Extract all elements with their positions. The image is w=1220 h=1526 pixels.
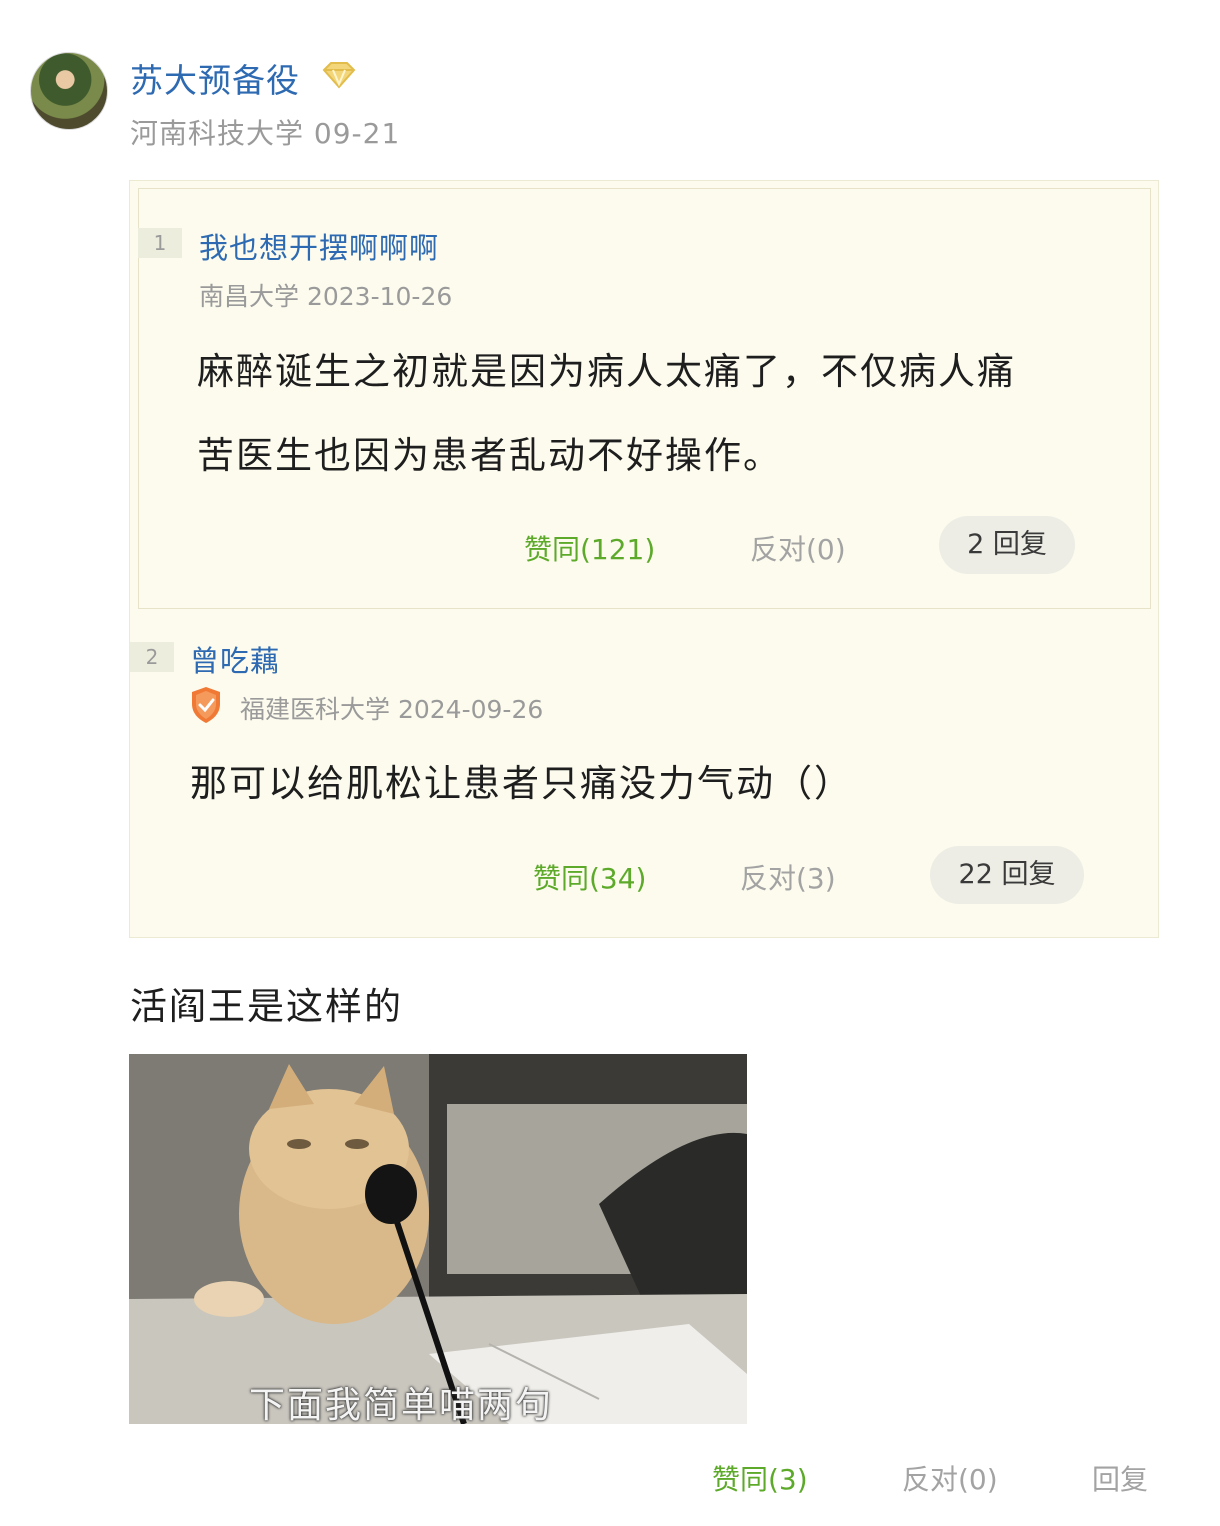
cat-microphone-illustration [129,1054,747,1424]
post-date: 09-21 [313,117,401,150]
quote-author-name[interactable]: 我也想开摆啊啊啊 [199,225,439,267]
oppose-button[interactable]: 反对(0) [750,528,846,568]
avatar[interactable] [30,52,108,130]
oppose-button[interactable]: 反对(3) [740,857,836,897]
author-meta: 河南科技大学 09-21 [130,112,400,152]
author-school: 河南科技大学 [130,117,305,150]
quote-school: 南昌大学 [199,282,300,311]
shield-check-icon [192,687,220,723]
quote-text: 那可以给肌松让患者只痛没力气动（） [190,762,853,805]
floor-number: 1 [138,228,182,258]
agree-button[interactable]: 赞同(34) [533,857,646,897]
quote-text-line: 麻醉诞生之初就是因为病人太痛了，不仅病人痛 [197,350,1016,393]
author-name[interactable]: 苏大预备役 [130,54,300,102]
reply-count-button[interactable]: 22 回复 [930,846,1084,904]
quote-author-name[interactable]: 曾吃藕 [190,638,280,680]
agree-button[interactable]: 赞同(121) [524,528,655,568]
floor-number: 2 [130,642,174,672]
quote-school: 福建医科大学 [240,695,391,724]
post-image[interactable]: 下面我简单喵两句 [129,1054,747,1424]
quote-text-line: 苦医生也因为患者乱动不好操作。 [197,434,782,477]
agree-button[interactable]: 赞同(3) [712,1458,808,1498]
reply-button[interactable]: 回复 [1092,1458,1148,1498]
gem-badge-icon [322,62,356,89]
quote-meta: 南昌大学 2023-10-26 [199,277,452,313]
quote-text: 麻醉诞生之初就是因为病人太痛了，不仅病人痛 苦医生也因为患者乱动不好操作。 [197,330,1016,498]
quote-meta: 福建医科大学 2024-09-26 [240,690,543,726]
reply-count-button[interactable]: 2 回复 [939,516,1075,574]
oppose-button[interactable]: 反对(0) [902,1458,998,1498]
image-caption: 下面我简单喵两句 [249,1385,554,1424]
post-body-text: 活阎王是这样的 [130,985,403,1028]
quote-date: 2023-10-26 [306,282,453,311]
quote-date: 2024-09-26 [397,695,544,724]
